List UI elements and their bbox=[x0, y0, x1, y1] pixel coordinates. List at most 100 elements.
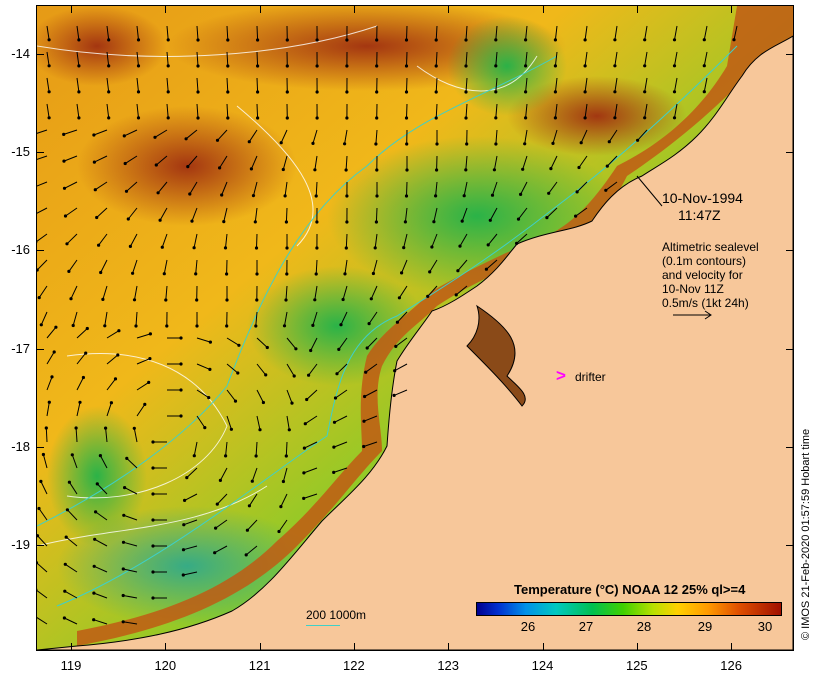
velocity-arrow-head bbox=[332, 420, 337, 424]
velocity-arrow-head bbox=[345, 64, 349, 68]
velocity-arrow-head bbox=[196, 90, 200, 94]
temperature-colorbar bbox=[476, 602, 782, 616]
velocity-arrow-head bbox=[107, 90, 111, 94]
velocity-arrow-head bbox=[254, 454, 258, 458]
velocity-arrow-head bbox=[84, 351, 88, 355]
velocity-arrow-head bbox=[104, 426, 108, 430]
velocity-arrow-head bbox=[183, 498, 187, 502]
velocity-arrow-head bbox=[315, 90, 319, 94]
velocity-arrow-head bbox=[77, 64, 81, 68]
velocity-arrow-head bbox=[643, 38, 647, 42]
velocity-arrow-head bbox=[307, 373, 311, 377]
velocity-arrow bbox=[256, 103, 259, 119]
velocity-arrow-head bbox=[136, 64, 141, 68]
x-tick-label: 126 bbox=[720, 658, 742, 673]
velocity-arrow-head bbox=[74, 426, 78, 430]
velocity-arrow-head bbox=[484, 267, 488, 271]
velocity-arrow-head bbox=[126, 217, 130, 221]
velocity-arrow-head bbox=[207, 396, 211, 400]
velocity-arrow-head bbox=[345, 116, 349, 120]
velocity-arrow-head bbox=[345, 194, 349, 198]
velocity-arrow-head bbox=[151, 544, 155, 548]
velocity-arrow-head bbox=[432, 220, 436, 224]
velocity-arrow-head bbox=[373, 246, 377, 250]
velocity-arrow-head bbox=[245, 528, 249, 532]
velocity-arrow-head bbox=[47, 64, 51, 68]
velocity-arrow-head bbox=[148, 332, 152, 336]
y-tick-mark bbox=[786, 250, 794, 252]
velocity-arrow-head bbox=[107, 116, 111, 120]
velocity-arrow-head bbox=[279, 505, 283, 509]
velocity-arrow-head bbox=[282, 324, 287, 328]
legend-line: (0.1m contours) bbox=[662, 254, 747, 268]
velocity-arrow bbox=[406, 51, 408, 67]
x-tick-mark bbox=[731, 5, 733, 13]
velocity-arrow-head bbox=[456, 269, 460, 273]
velocity-arrow-head bbox=[303, 422, 307, 426]
velocity-arrow-head bbox=[363, 394, 367, 399]
velocity-arrow-head bbox=[395, 320, 399, 324]
velocity-arrow-head bbox=[92, 160, 96, 164]
drifter-label: drifter bbox=[575, 370, 606, 384]
velocity-arrow-head bbox=[375, 168, 379, 172]
velocity-arrow-head bbox=[277, 529, 281, 534]
velocity-arrow-head bbox=[462, 194, 466, 198]
velocity-arrow-head bbox=[179, 414, 183, 418]
velocity-arrow-head bbox=[39, 479, 43, 483]
velocity-arrow-head bbox=[672, 90, 677, 94]
velocity-arrow-head bbox=[121, 540, 126, 544]
velocity-arrow-head bbox=[613, 116, 617, 120]
y-tick-label: -14 bbox=[11, 46, 30, 61]
velocity-arrow-head bbox=[247, 140, 251, 144]
velocity-arrow-head bbox=[458, 244, 462, 248]
y-tick-mark bbox=[786, 152, 794, 154]
velocity-arrow-head bbox=[332, 470, 336, 474]
velocity-arrow-head bbox=[464, 168, 468, 172]
velocity-arrow-head bbox=[67, 269, 71, 273]
x-tick-label: 120 bbox=[154, 658, 177, 673]
velocity-arrow-head bbox=[394, 344, 398, 348]
map-frame[interactable] bbox=[36, 5, 794, 651]
velocity-arrow-head bbox=[122, 513, 126, 517]
x-tick-label: 124 bbox=[531, 658, 554, 673]
velocity-arrow-head bbox=[492, 168, 496, 172]
velocity-arrow bbox=[256, 233, 258, 249]
velocity-arrow-head bbox=[132, 298, 137, 302]
velocity-arrow-head bbox=[435, 142, 439, 146]
velocity-arrow-head bbox=[256, 38, 260, 42]
velocity-arrow-head bbox=[343, 272, 347, 276]
velocity-arrow-head bbox=[236, 371, 240, 375]
velocity-arrow-head bbox=[97, 243, 101, 247]
velocity-arrow-head bbox=[643, 90, 647, 94]
legend-line: Altimetric sealevel bbox=[662, 240, 759, 254]
velocity-arrow-head bbox=[166, 38, 170, 42]
x-tick-mark bbox=[353, 5, 355, 13]
velocity-arrow-head bbox=[553, 64, 558, 68]
legend-line: 0.5m/s (1kt 24h) bbox=[662, 296, 749, 310]
velocity-arrow-head bbox=[50, 375, 54, 379]
velocity-arrow-head bbox=[309, 348, 313, 353]
velocity-arrow-head bbox=[41, 452, 45, 457]
velocity-arrow-head bbox=[314, 272, 318, 276]
velocity-arrow-head bbox=[369, 297, 373, 301]
velocity-arrow-head bbox=[313, 168, 317, 172]
velocity-arrow-head bbox=[464, 38, 468, 42]
velocity-arrow-head bbox=[244, 553, 248, 557]
velocity-arrow-head bbox=[85, 326, 89, 331]
velocity-arrow-head bbox=[47, 90, 51, 94]
y-tick-mark bbox=[36, 446, 44, 448]
velocity-arrow-head bbox=[490, 193, 495, 197]
velocity-arrow-head bbox=[190, 219, 194, 223]
velocity-arrow-head bbox=[151, 518, 155, 522]
x-tick-mark bbox=[636, 643, 638, 651]
cool-patch bbox=[47, 406, 147, 546]
velocity-arrow-head bbox=[70, 453, 74, 457]
velocity-arrow-head bbox=[77, 38, 81, 42]
x-tick-mark bbox=[71, 5, 72, 13]
velocity-arrow-head bbox=[117, 329, 121, 333]
velocity-arrow-head bbox=[315, 64, 319, 68]
velocity-arrow-head bbox=[404, 116, 409, 120]
velocity-arrow-head bbox=[464, 64, 468, 68]
velocity-arrow-head bbox=[605, 164, 609, 168]
velocity-arrow bbox=[345, 233, 348, 249]
